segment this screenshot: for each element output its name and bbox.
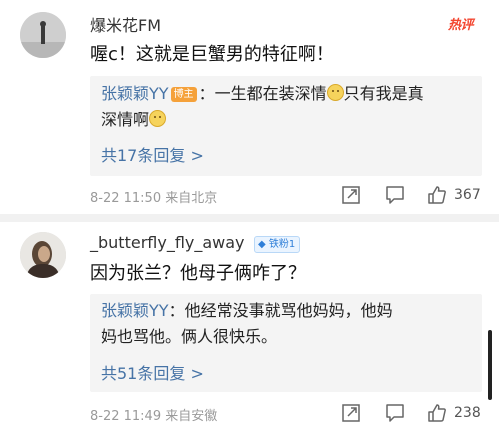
more-replies-link[interactable]: 共51条回复 > (101, 360, 204, 384)
like-icon[interactable] (426, 184, 448, 206)
comment-text: 因为张兰？他母子俩咋了？ (90, 263, 306, 284)
fan-badge-label: 铁粉1 (268, 239, 296, 250)
share-icon[interactable] (340, 402, 362, 424)
comment-text: 喔c！这就是巨蟹男的特征啊！ (90, 44, 334, 65)
reply-line1-a: ：一生都在装深情 (198, 84, 327, 103)
comment-timestamp: 8-22 11:50 来自北京 (90, 191, 218, 206)
scrollbar[interactable] (488, 330, 492, 400)
fan-badge-icon: ◆ 铁粉1 (254, 236, 301, 253)
reply-text: 张颖颖YY 博主 ：一生都在装深情 只有我是真深情啊 (101, 81, 477, 133)
avatar[interactable] (20, 12, 66, 58)
emoji-icon (326, 84, 344, 101)
like-count: 367 (454, 187, 481, 203)
share-icon[interactable] (340, 184, 362, 206)
reply-username[interactable]: 张颖颖YY (101, 84, 169, 103)
avatar[interactable] (20, 232, 66, 278)
like-icon[interactable] (426, 402, 448, 424)
comment-1: 爆米花FM 热评 喔c！这就是巨蟹男的特征啊！ 张颖颖YY 博主 ：一生都在装深情只… (0, 0, 499, 206)
reply-line1-b: 只有我是真 (343, 84, 424, 103)
comment-icon[interactable] (384, 184, 406, 206)
comment-username[interactable]: 爆米花FM (90, 12, 161, 36)
comment-username[interactable]: _butterfly_fly_away (90, 233, 245, 252)
hot-comment-badge: 热评 (448, 18, 474, 33)
reply-preview[interactable]: 张颖颖YY：他经常没事就骂他妈妈，他妈妈也骂他。俩人很快乐。 共51条回复 > (90, 294, 482, 392)
reply-preview[interactable]: 张颖颖YY 博主 ：一生都在装深情 只有我是真深情啊 共17条回复 > (90, 76, 482, 176)
reply-text: 张颖颖YY：他经常没事就骂他妈妈，他妈妈也骂他。俩人很快乐。 (101, 298, 477, 350)
emoji-icon (149, 110, 167, 127)
more-replies-link[interactable]: 共17条回复 > (101, 142, 204, 166)
reply-line1: ：他经常没事就骂他妈妈，他妈 (168, 301, 393, 320)
reply-username[interactable]: 张颖颖YY (101, 301, 169, 320)
comment-divider (0, 214, 499, 222)
reply-line2: 深情啊 (101, 110, 150, 129)
comment-icon[interactable] (384, 402, 406, 424)
reply-line2: 妈也骂他。俩人很快乐。 (101, 327, 278, 346)
blogger-badge: 博主 (170, 87, 197, 102)
like-count: 238 (454, 405, 481, 421)
comment-timestamp: 8-22 11:49 来自安徽 (90, 409, 218, 424)
